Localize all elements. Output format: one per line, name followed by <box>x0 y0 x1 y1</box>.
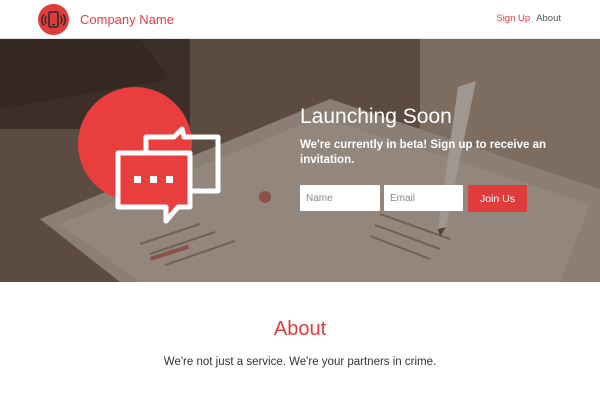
email-input[interactable] <box>384 185 463 211</box>
join-us-button[interactable]: Join Us <box>468 185 527 212</box>
about-text: We're not just a service. We're your par… <box>163 356 437 368</box>
nav-link-about[interactable]: About <box>536 13 561 24</box>
hero-section: Launching Soon We're currently in beta! … <box>0 39 600 282</box>
nav-links: Sign Up About <box>496 13 561 24</box>
nav-link-sign-up[interactable]: Sign Up <box>496 13 530 24</box>
brand-name: Company Name <box>80 12 174 27</box>
brand-link[interactable]: Company Name <box>38 4 174 35</box>
about-title: About <box>273 318 327 340</box>
navbar: Company Name Sign Up About <box>0 0 600 39</box>
hero-subtitle: We're currently in beta! Sign up to rece… <box>300 139 547 166</box>
chat-bubbles-icon <box>78 87 228 227</box>
signup-form: Join Us <box>300 185 527 212</box>
phone-signal-icon <box>38 4 69 35</box>
hero-title: Launching Soon <box>300 105 452 128</box>
name-input[interactable] <box>300 185 380 211</box>
hero-copy: Launching Soon We're currently in beta! … <box>300 105 560 168</box>
